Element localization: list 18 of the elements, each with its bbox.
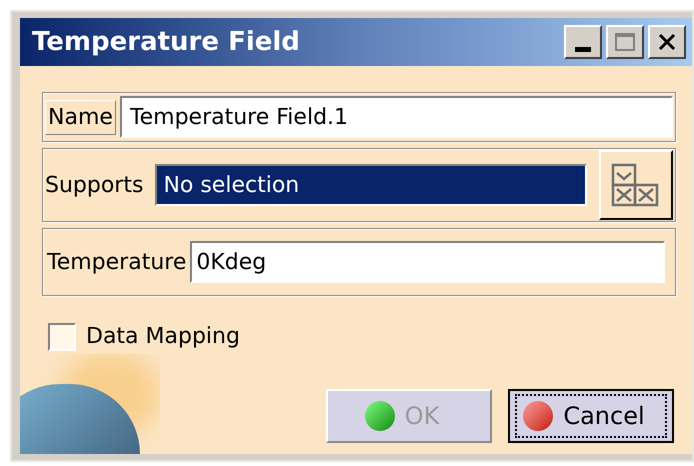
minimize-icon <box>575 46 591 52</box>
data-mapping-label: Data Mapping <box>86 323 240 351</box>
window-title: Temperature Field <box>32 26 301 58</box>
temperature-field[interactable]: 0Kdeg <box>190 241 665 283</box>
element-grid-icon <box>611 163 661 207</box>
minimize-button[interactable] <box>564 25 602 59</box>
supports-label: Supports <box>45 172 144 200</box>
maximize-icon <box>615 33 635 51</box>
close-icon <box>657 33 677 51</box>
maximize-button[interactable] <box>606 25 644 59</box>
cancel-button[interactable]: Cancel <box>508 389 674 443</box>
supports-field[interactable]: No selection <box>155 164 587 206</box>
selection-list-button[interactable] <box>599 150 673 220</box>
close-button[interactable] <box>648 25 686 59</box>
name-field[interactable]: Temperature Field.1 <box>120 96 673 138</box>
data-mapping-checkbox[interactable] <box>48 322 76 350</box>
name-label: Name <box>45 100 116 134</box>
temperature-label: Temperature <box>47 248 186 276</box>
